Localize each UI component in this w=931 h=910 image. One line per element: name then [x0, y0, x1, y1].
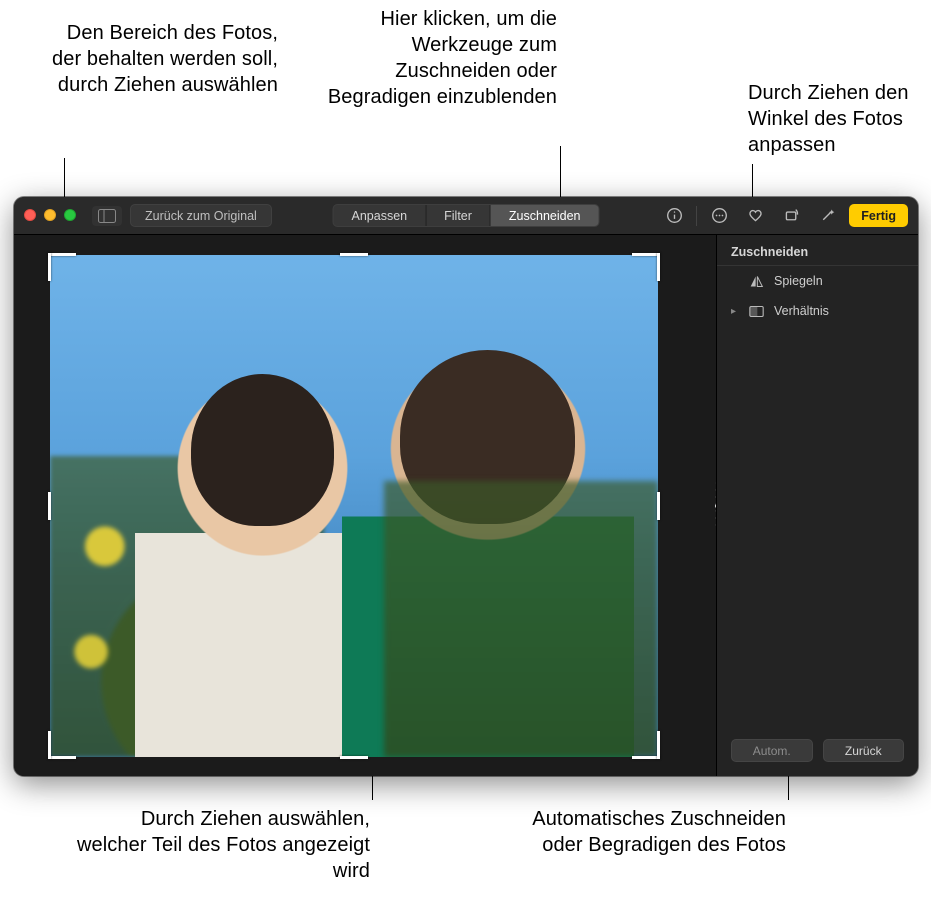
toolbar-separator — [696, 206, 697, 226]
close-icon[interactable] — [24, 209, 36, 221]
photo-content[interactable] — [50, 255, 658, 757]
revert-to-original-button[interactable]: Zurück zum Original — [130, 204, 272, 227]
ellipsis-circle-icon — [711, 207, 728, 224]
panel-spacer — [717, 326, 918, 727]
callout-auto-crop: Automatisches Zuschneiden oder Begradige… — [526, 806, 786, 858]
crop-canvas-area: 0 — [14, 235, 716, 776]
tab-adjust[interactable]: Anpassen — [334, 205, 427, 226]
favorite-button[interactable] — [741, 204, 769, 227]
aspect-ratio-button[interactable]: ▸ Verhältnis — [717, 296, 918, 326]
sidebar-toggle-icon — [98, 209, 116, 223]
chevron-right-icon: ▸ — [731, 306, 739, 317]
aspect-label: Verhältnis — [774, 304, 829, 318]
photo-placeholder — [342, 381, 634, 758]
auto-enhance-button[interactable] — [813, 204, 841, 227]
zoom-icon[interactable] — [64, 209, 76, 221]
sidebar-toggle-button[interactable] — [92, 206, 122, 226]
done-label: Fertig — [861, 209, 896, 223]
crop-side-panel: Zuschneiden Spiegeln ▸ Verhältnis Autom.… — [716, 235, 918, 776]
magic-wand-icon — [819, 207, 836, 224]
tab-crop[interactable]: Zuschneiden — [491, 205, 599, 226]
panel-title: Zuschneiden — [717, 235, 918, 266]
flip-horizontal-icon — [749, 275, 764, 288]
rotate-icon — [783, 207, 800, 224]
edit-mode-tabs: Anpassen Filter Zuschneiden — [333, 204, 600, 227]
flip-label: Spiegeln — [774, 274, 823, 288]
toolbar-right-group: Fertig — [660, 204, 908, 227]
auto-crop-button[interactable]: Autom. — [731, 739, 813, 762]
heart-icon — [747, 207, 764, 224]
crop-frame[interactable] — [50, 255, 658, 757]
aspect-ratio-icon — [749, 305, 764, 318]
more-button[interactable] — [705, 204, 733, 227]
window-titlebar: Zurück zum Original Anpassen Filter Zusc… — [14, 197, 918, 235]
minimize-icon[interactable] — [44, 209, 56, 221]
callout-angle-dial: Durch Ziehen den Winkel des Fotos anpass… — [748, 80, 923, 158]
photos-edit-window: Zurück zum Original Anpassen Filter Zusc… — [14, 197, 918, 776]
info-button[interactable] — [660, 204, 688, 227]
window-traffic-lights — [24, 209, 76, 221]
reset-crop-button[interactable]: Zurück — [823, 739, 905, 762]
info-icon — [666, 207, 683, 224]
callout-crop-area: Den Bereich des Fotos, der behalten werd… — [48, 20, 278, 98]
done-button[interactable]: Fertig — [849, 204, 908, 227]
callout-drag-photo: Durch Ziehen auswählen, welcher Teil des… — [70, 806, 370, 884]
flip-button[interactable]: Spiegeln — [717, 266, 918, 296]
panel-bottom-buttons: Autom. Zurück — [717, 727, 918, 776]
rotate-button[interactable] — [777, 204, 805, 227]
revert-label: Zurück zum Original — [145, 209, 257, 223]
callout-crop-tools: Hier klicken, um die Werkzeuge zum Zusch… — [317, 6, 557, 110]
tab-filter[interactable]: Filter — [426, 205, 491, 226]
